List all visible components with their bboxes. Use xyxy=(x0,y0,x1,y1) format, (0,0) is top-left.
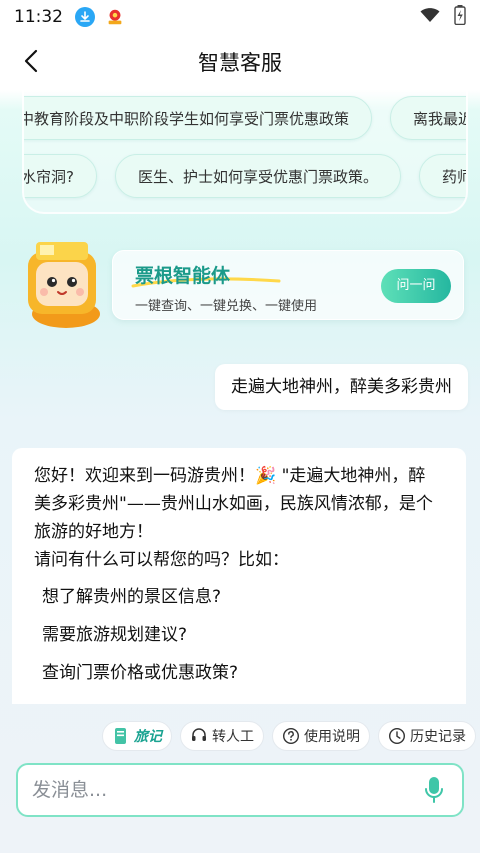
notebook-icon xyxy=(112,727,130,745)
history-label: 历史记录 xyxy=(410,729,466,745)
bot-line: 您好！欢迎来到一码游贵州！🎉 "走遍大地神州，醉 xyxy=(34,466,426,486)
question-icon xyxy=(282,727,300,745)
bot-line: 请问有什么可以帮您的吗？比如： xyxy=(34,550,289,570)
wifi-icon xyxy=(420,7,440,27)
suggestion-row: 中教育阶段及中职阶段学生如何享受门票优惠政策 离我最近 xyxy=(24,96,466,140)
suggestion-chip[interactable]: 离我最近 xyxy=(390,96,466,140)
user-message-bubble: 走遍大地神州，醉美多彩贵州 xyxy=(215,364,468,410)
message-input[interactable] xyxy=(32,779,420,801)
bot-suggestion-item[interactable]: 想了解贵州的景区信息? xyxy=(34,578,446,616)
suggestion-chip[interactable]: 中教育阶段及中职阶段学生如何享受门票优惠政策 xyxy=(24,96,373,140)
message-input-box xyxy=(16,763,464,817)
download-icon xyxy=(75,7,95,27)
quick-actions: 旅记 转人工 使用说明 历史记录 xyxy=(102,721,476,751)
agent-tagline: 一键查询、一键兑换、一键使用 xyxy=(135,299,318,314)
travel-log-label: 旅记 xyxy=(134,729,162,745)
travel-log-button[interactable]: 旅记 xyxy=(102,721,172,751)
bot-line: 旅游的好地方！ xyxy=(34,522,153,542)
suggestion-row: 水帘洞? 医生、护士如何享受优惠门票政策。 药师 xyxy=(24,154,466,198)
back-button[interactable] xyxy=(16,46,46,76)
voice-button[interactable] xyxy=(420,774,448,806)
battery-charging-icon xyxy=(454,5,466,29)
suggestion-chip[interactable]: 药师 xyxy=(418,154,466,198)
app-notification-icon xyxy=(105,7,125,27)
bot-suggestion-item[interactable]: 查询门票价格或优惠政策? xyxy=(34,654,446,692)
status-right xyxy=(420,5,466,29)
human-agent-button[interactable]: 转人工 xyxy=(180,721,264,751)
bot-message-text: 您好！欢迎来到一码游贵州！🎉 "走遍大地神州，醉 美多彩贵州"——贵州山水如画，… xyxy=(34,462,446,574)
history-button[interactable]: 历史记录 xyxy=(378,721,476,751)
agent-name: 票根智能体 xyxy=(135,265,231,287)
help-button[interactable]: 使用说明 xyxy=(272,721,370,751)
suggestion-chip[interactable]: 医生、护士如何享受优惠门票政策。 xyxy=(114,154,401,198)
agent-card[interactable]: 票根智能体 一键查询、一键兑换、一键使用 问一问 xyxy=(112,250,464,320)
help-label: 使用说明 xyxy=(304,729,360,745)
status-bar: 11:32 xyxy=(0,0,480,34)
microphone-icon xyxy=(425,777,443,803)
page-title: 智慧客服 xyxy=(198,51,282,75)
suggestion-chip[interactable]: 水帘洞? xyxy=(24,154,97,198)
clock-icon xyxy=(388,727,406,745)
bot-suggestion-item[interactable]: 需要旅游规划建议? xyxy=(34,616,446,654)
bot-message-bubble: 您好！欢迎来到一码游贵州！🎉 "走遍大地神州，醉 美多彩贵州"——贵州山水如画，… xyxy=(12,448,466,704)
bot-suggestion-list: 想了解贵州的景区信息? 需要旅游规划建议? 查询门票价格或优惠政策? xyxy=(34,578,446,692)
chevron-left-icon xyxy=(24,49,38,73)
app-header: 智慧客服 xyxy=(0,34,480,90)
ask-button[interactable]: 问一问 xyxy=(381,269,451,303)
mascot-avatar xyxy=(14,234,114,330)
human-agent-label: 转人工 xyxy=(212,729,254,745)
headset-icon xyxy=(190,727,208,745)
bot-line: 美多彩贵州"——贵州山水如画，民族风情浓郁，是个 xyxy=(34,494,433,514)
status-time: 11:32 xyxy=(14,7,63,27)
suggestion-panel: 中教育阶段及中职阶段学生如何享受门票优惠政策 离我最近 水帘洞? 医生、护士如何… xyxy=(22,90,468,214)
